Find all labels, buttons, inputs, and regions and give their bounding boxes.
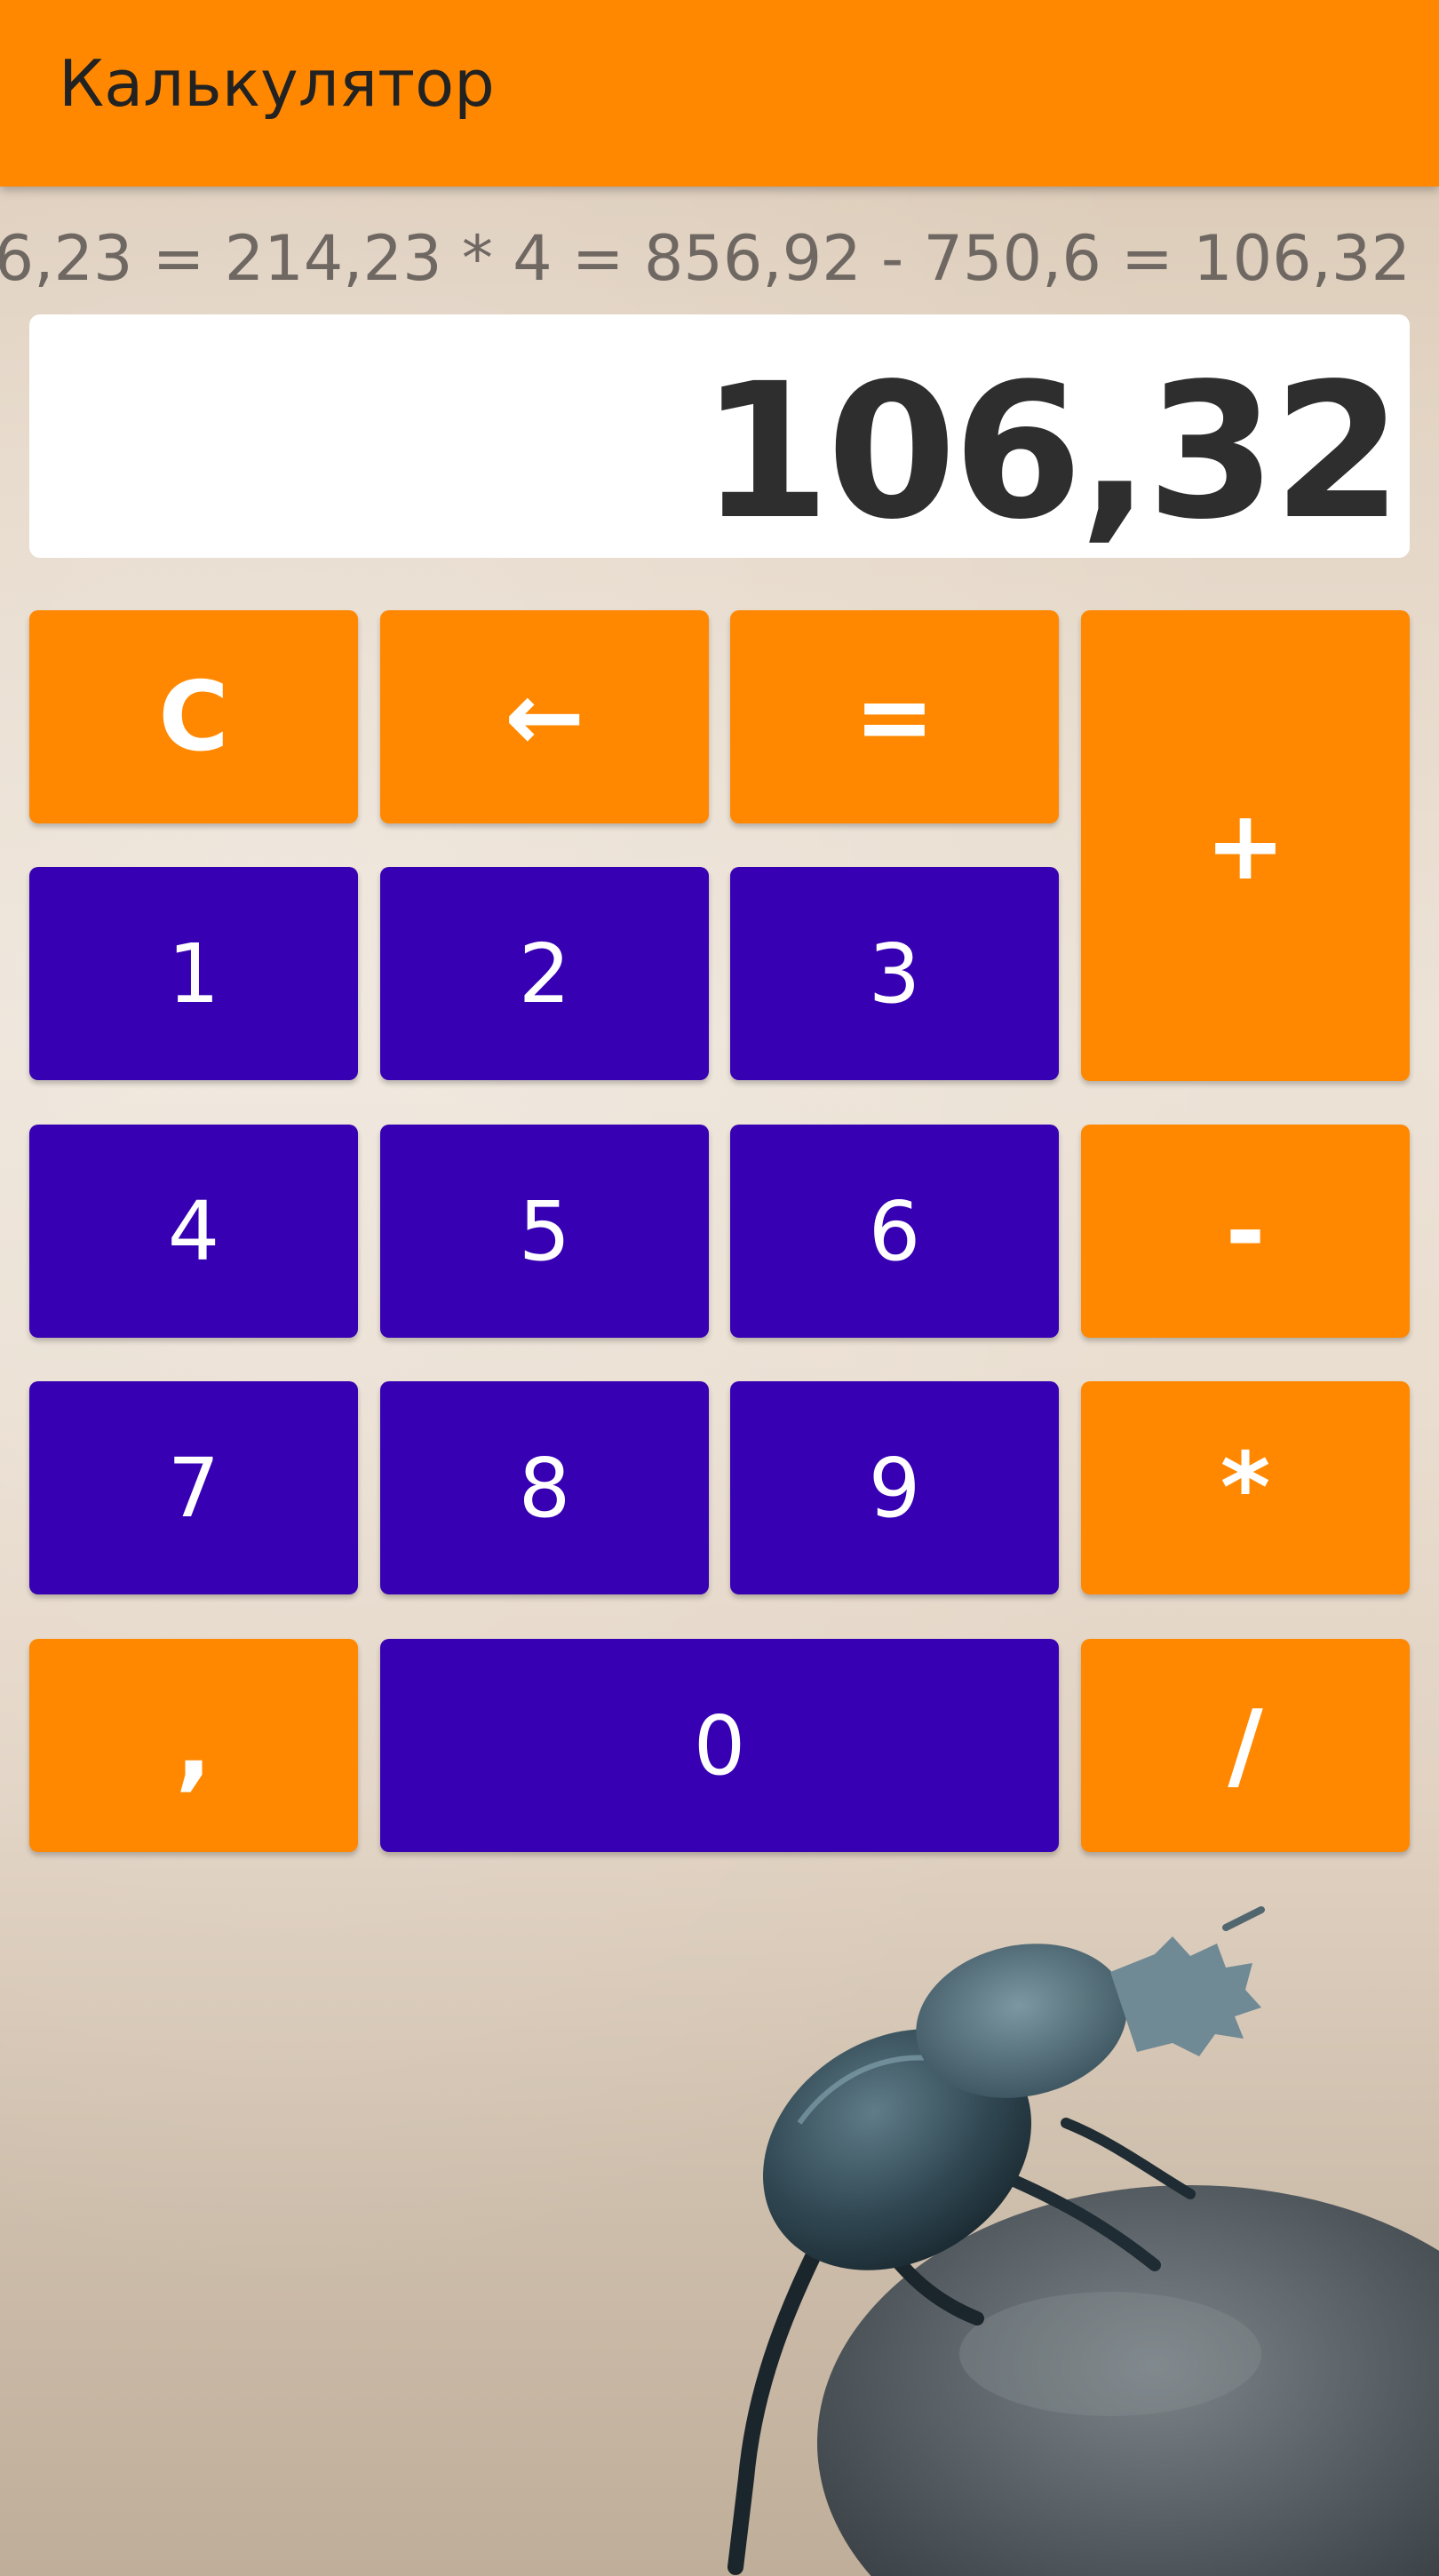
digit-4-button[interactable]: 4: [29, 1125, 358, 1338]
digit-8-button[interactable]: 8: [380, 1381, 709, 1594]
digit-0-button[interactable]: 0: [380, 1639, 1059, 1852]
digit-1-button[interactable]: 1: [29, 867, 358, 1080]
multiply-button[interactable]: *: [1081, 1381, 1410, 1594]
decimal-comma-button[interactable]: ,: [29, 1639, 358, 1852]
digit-5-button[interactable]: 5: [380, 1125, 709, 1338]
digit-3-button[interactable]: 3: [730, 867, 1059, 1080]
digit-7-button[interactable]: 7: [29, 1381, 358, 1594]
app-bar: Калькулятор: [0, 0, 1439, 187]
minus-button[interactable]: -: [1081, 1125, 1410, 1338]
equals-button[interactable]: =: [730, 610, 1059, 823]
backspace-button[interactable]: ←: [380, 610, 709, 823]
display-value: 106,32: [700, 343, 1403, 558]
history-text: 58 + 56,23 = 214,23 * 4 = 856,92 - 750,6…: [0, 222, 1411, 295]
calculation-history: 58 + 56,23 = 214,23 * 4 = 856,92 - 750,6…: [0, 222, 1411, 302]
result-display: 106,32: [29, 314, 1410, 558]
clear-button[interactable]: C: [29, 610, 358, 823]
digit-9-button[interactable]: 9: [730, 1381, 1059, 1594]
digit-2-button[interactable]: 2: [380, 867, 709, 1080]
divide-button[interactable]: /: [1081, 1639, 1410, 1852]
app-title: Калькулятор: [59, 46, 495, 121]
plus-button[interactable]: +: [1081, 610, 1410, 1081]
beetle-illustration: [727, 1906, 1439, 2576]
digit-6-button[interactable]: 6: [730, 1125, 1059, 1338]
